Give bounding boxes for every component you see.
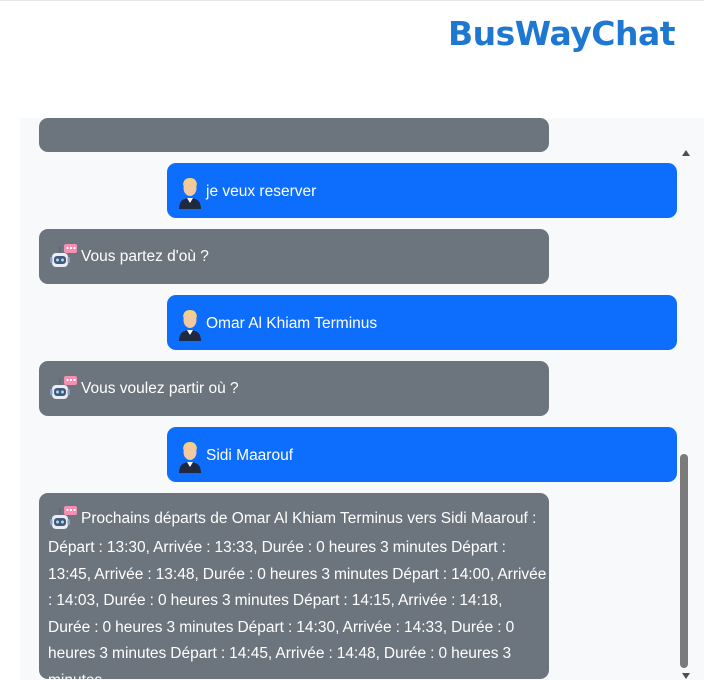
user-message-bubble: je veux reserver bbox=[167, 163, 677, 218]
chat-panel[interactable]: je veux reserver Vous partez d'où ? Omar… bbox=[20, 118, 704, 680]
app-title: BusWayChat bbox=[448, 14, 676, 53]
scroll-up-arrow-icon[interactable] bbox=[682, 150, 690, 156]
chat-scrollbar[interactable] bbox=[676, 142, 694, 680]
departure-list-text: Départ : 13:30, Arrivée : 13:33, Durée :… bbox=[48, 539, 547, 680]
message-text: je veux reserver bbox=[206, 183, 317, 201]
message-text: Vous voulez partir où ? bbox=[81, 379, 239, 397]
top-divider bbox=[0, 0, 704, 1]
scrollbar-thumb[interactable] bbox=[680, 454, 688, 668]
bot-message-bubble: Vous partez d'où ? bbox=[39, 229, 549, 284]
message-text: Vous partez d'où ? bbox=[81, 247, 209, 265]
user-avatar-icon bbox=[179, 310, 201, 341]
user-avatar-icon bbox=[179, 442, 201, 473]
message-text: Omar Al Khiam Terminus bbox=[206, 315, 378, 333]
user-message-bubble: Sidi Maarouf bbox=[167, 427, 677, 482]
scroll-down-arrow-icon[interactable] bbox=[682, 673, 690, 679]
bot-message-bubble: Vous voulez partir où ? bbox=[39, 361, 549, 416]
robot-chat-icon bbox=[50, 506, 77, 529]
bot-message-bubble bbox=[39, 118, 549, 152]
message-text: Sidi Maarouf bbox=[206, 447, 294, 465]
user-message-bubble: Omar Al Khiam Terminus bbox=[167, 295, 677, 350]
robot-chat-icon bbox=[50, 244, 77, 267]
bot-message-bubble: Prochains départs de Omar Al Khiam Termi… bbox=[39, 493, 549, 680]
user-avatar-icon bbox=[179, 178, 201, 209]
message-text: Prochains départs de Omar Al Khiam Termi… bbox=[81, 509, 537, 527]
robot-chat-icon bbox=[50, 376, 77, 399]
